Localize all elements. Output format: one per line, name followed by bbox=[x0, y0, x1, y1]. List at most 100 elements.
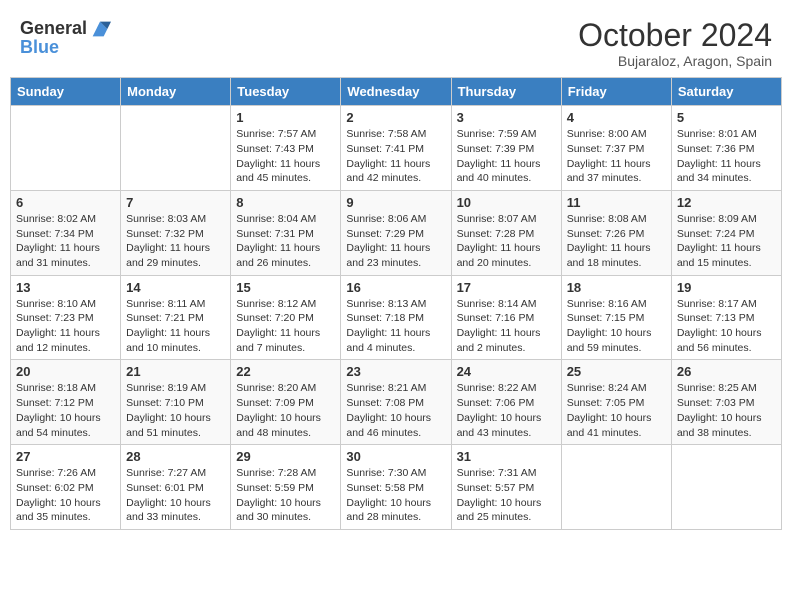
day-number: 23 bbox=[346, 364, 445, 379]
day-cell: 21Sunrise: 8:19 AMSunset: 7:10 PMDayligh… bbox=[121, 360, 231, 445]
day-number: 22 bbox=[236, 364, 335, 379]
day-info: Sunrise: 8:14 AMSunset: 7:16 PMDaylight:… bbox=[457, 297, 556, 356]
day-number: 19 bbox=[677, 280, 776, 295]
day-info: Sunrise: 8:18 AMSunset: 7:12 PMDaylight:… bbox=[16, 381, 115, 440]
day-number: 17 bbox=[457, 280, 556, 295]
day-info: Sunrise: 7:31 AMSunset: 5:57 PMDaylight:… bbox=[457, 466, 556, 525]
day-cell: 24 Sunrise: 8:22 AMSunset: 7:06 PMDayligh… bbox=[451, 360, 561, 445]
day-info: Sunrise: 8:04 AMSunset: 7:31 PMDaylight:… bbox=[236, 212, 335, 271]
day-number: 16 bbox=[346, 280, 445, 295]
week-row-3: 13 Sunrise: 8:10 AMSunset: 7:23 PMDayligh… bbox=[11, 275, 782, 360]
day-info: Sunrise: 8:11 AMSunset: 7:21 PMDaylight:… bbox=[126, 297, 225, 356]
day-number: 30 bbox=[346, 449, 445, 464]
day-cell: 7 Sunrise: 8:03 AMSunset: 7:32 PMDaylight… bbox=[121, 190, 231, 275]
day-cell: 17 Sunrise: 8:14 AMSunset: 7:16 PMDayligh… bbox=[451, 275, 561, 360]
day-info: Sunrise: 8:09 AMSunset: 7:24 PMDaylight:… bbox=[677, 212, 776, 271]
title-block: October 2024 Bujaraloz, Aragon, Spain bbox=[578, 18, 772, 69]
day-info: Sunrise: 7:59 AMSunset: 7:39 PMDaylight:… bbox=[457, 127, 556, 186]
day-cell bbox=[561, 445, 671, 530]
day-cell: 11Sunrise: 8:08 AMSunset: 7:26 PMDayligh… bbox=[561, 190, 671, 275]
day-info: Sunrise: 8:20 AMSunset: 7:09 PMDaylight:… bbox=[236, 381, 335, 440]
day-number: 15 bbox=[236, 280, 335, 295]
day-info: Sunrise: 7:57 AMSunset: 7:43 PMDaylight:… bbox=[236, 127, 335, 186]
day-number: 18 bbox=[567, 280, 666, 295]
day-info: Sunrise: 7:27 AMSunset: 6:01 PMDaylight:… bbox=[126, 466, 225, 525]
day-cell: 9Sunrise: 8:06 AMSunset: 7:29 PMDaylight… bbox=[341, 190, 451, 275]
day-number: 27 bbox=[16, 449, 115, 464]
day-cell: 26 Sunrise: 8:25 AMSunset: 7:03 PMDayligh… bbox=[671, 360, 781, 445]
day-number: 2 bbox=[346, 110, 445, 125]
day-cell bbox=[671, 445, 781, 530]
day-cell: 5 Sunrise: 8:01 AMSunset: 7:36 PMDaylight… bbox=[671, 106, 781, 191]
day-info: Sunrise: 8:17 AMSunset: 7:13 PMDaylight:… bbox=[677, 297, 776, 356]
day-number: 3 bbox=[457, 110, 556, 125]
day-number: 26 bbox=[677, 364, 776, 379]
day-info: Sunrise: 7:26 AMSunset: 6:02 PMDaylight:… bbox=[16, 466, 115, 525]
day-info: Sunrise: 8:13 AMSunset: 7:18 PMDaylight:… bbox=[346, 297, 445, 356]
day-info: Sunrise: 8:08 AMSunset: 7:26 PMDaylight:… bbox=[567, 212, 666, 271]
day-number: 7 bbox=[126, 195, 225, 210]
weekday-header-monday: Monday bbox=[121, 78, 231, 106]
weekday-header-wednesday: Wednesday bbox=[341, 78, 451, 106]
day-number: 25 bbox=[567, 364, 666, 379]
day-number: 13 bbox=[16, 280, 115, 295]
weekday-header-tuesday: Tuesday bbox=[231, 78, 341, 106]
weekday-header-friday: Friday bbox=[561, 78, 671, 106]
day-cell: 8 Sunrise: 8:04 AMSunset: 7:31 PMDaylight… bbox=[231, 190, 341, 275]
day-info: Sunrise: 8:12 AMSunset: 7:20 PMDaylight:… bbox=[236, 297, 335, 356]
day-info: Sunrise: 8:02 AMSunset: 7:34 PMDaylight:… bbox=[16, 212, 115, 271]
day-info: Sunrise: 8:10 AMSunset: 7:23 PMDaylight:… bbox=[16, 297, 115, 356]
day-info: Sunrise: 8:01 AMSunset: 7:36 PMDaylight:… bbox=[677, 127, 776, 186]
day-info: Sunrise: 8:07 AMSunset: 7:28 PMDaylight:… bbox=[457, 212, 556, 271]
day-number: 8 bbox=[236, 195, 335, 210]
day-number: 20 bbox=[16, 364, 115, 379]
weekday-header-thursday: Thursday bbox=[451, 78, 561, 106]
day-cell: 19 Sunrise: 8:17 AMSunset: 7:13 PMDayligh… bbox=[671, 275, 781, 360]
calendar-table: SundayMondayTuesdayWednesdayThursdayFrid… bbox=[10, 77, 782, 530]
day-info: Sunrise: 8:22 AMSunset: 7:06 PMDaylight:… bbox=[457, 381, 556, 440]
day-number: 6 bbox=[16, 195, 115, 210]
day-info: Sunrise: 7:58 AMSunset: 7:41 PMDaylight:… bbox=[346, 127, 445, 186]
logo-text: General bbox=[20, 19, 87, 39]
day-cell: 16 Sunrise: 8:13 AMSunset: 7:18 PMDayligh… bbox=[341, 275, 451, 360]
day-cell: 28Sunrise: 7:27 AMSunset: 6:01 PMDayligh… bbox=[121, 445, 231, 530]
day-number: 9 bbox=[346, 195, 445, 210]
day-cell: 13 Sunrise: 8:10 AMSunset: 7:23 PMDayligh… bbox=[11, 275, 121, 360]
day-cell: 15 Sunrise: 8:12 AMSunset: 7:20 PMDayligh… bbox=[231, 275, 341, 360]
week-row-4: 20 Sunrise: 8:18 AMSunset: 7:12 PMDayligh… bbox=[11, 360, 782, 445]
location-text: Bujaraloz, Aragon, Spain bbox=[578, 53, 772, 69]
day-cell: 30 Sunrise: 7:30 AMSunset: 5:58 PMDayligh… bbox=[341, 445, 451, 530]
day-cell: 29Sunrise: 7:28 AMSunset: 5:59 PMDayligh… bbox=[231, 445, 341, 530]
day-cell: 18 Sunrise: 8:16 AMSunset: 7:15 PMDayligh… bbox=[561, 275, 671, 360]
day-cell: 6 Sunrise: 8:02 AMSunset: 7:34 PMDaylight… bbox=[11, 190, 121, 275]
day-cell: 25Sunrise: 8:24 AMSunset: 7:05 PMDayligh… bbox=[561, 360, 671, 445]
day-info: Sunrise: 8:21 AMSunset: 7:08 PMDaylight:… bbox=[346, 381, 445, 440]
day-info: Sunrise: 7:30 AMSunset: 5:58 PMDaylight:… bbox=[346, 466, 445, 525]
day-number: 24 bbox=[457, 364, 556, 379]
weekday-header-sunday: Sunday bbox=[11, 78, 121, 106]
page-header: General Blue October 2024 Bujaraloz, Ara… bbox=[10, 10, 782, 73]
day-cell: 27 Sunrise: 7:26 AMSunset: 6:02 PMDayligh… bbox=[11, 445, 121, 530]
day-number: 14 bbox=[126, 280, 225, 295]
day-number: 5 bbox=[677, 110, 776, 125]
weekday-header-saturday: Saturday bbox=[671, 78, 781, 106]
day-cell: 31Sunrise: 7:31 AMSunset: 5:57 PMDayligh… bbox=[451, 445, 561, 530]
month-title: October 2024 bbox=[578, 18, 772, 53]
day-cell: 20 Sunrise: 8:18 AMSunset: 7:12 PMDayligh… bbox=[11, 360, 121, 445]
day-number: 4 bbox=[567, 110, 666, 125]
day-cell bbox=[11, 106, 121, 191]
day-cell: 14 Sunrise: 8:11 AMSunset: 7:21 PMDayligh… bbox=[121, 275, 231, 360]
week-row-1: 1 Sunrise: 7:57 AMSunset: 7:43 PMDaylight… bbox=[11, 106, 782, 191]
day-cell: 10Sunrise: 8:07 AMSunset: 7:28 PMDayligh… bbox=[451, 190, 561, 275]
day-cell: 22 Sunrise: 8:20 AMSunset: 7:09 PMDayligh… bbox=[231, 360, 341, 445]
day-info: Sunrise: 8:16 AMSunset: 7:15 PMDaylight:… bbox=[567, 297, 666, 356]
day-number: 21 bbox=[126, 364, 225, 379]
weekday-header-row: SundayMondayTuesdayWednesdayThursdayFrid… bbox=[11, 78, 782, 106]
day-number: 1 bbox=[236, 110, 335, 125]
day-info: Sunrise: 8:03 AMSunset: 7:32 PMDaylight:… bbox=[126, 212, 225, 271]
day-cell: 23 Sunrise: 8:21 AMSunset: 7:08 PMDayligh… bbox=[341, 360, 451, 445]
logo-icon bbox=[89, 18, 111, 40]
day-info: Sunrise: 8:25 AMSunset: 7:03 PMDaylight:… bbox=[677, 381, 776, 440]
day-cell: 3 Sunrise: 7:59 AMSunset: 7:39 PMDaylight… bbox=[451, 106, 561, 191]
day-info: Sunrise: 8:00 AMSunset: 7:37 PMDaylight:… bbox=[567, 127, 666, 186]
